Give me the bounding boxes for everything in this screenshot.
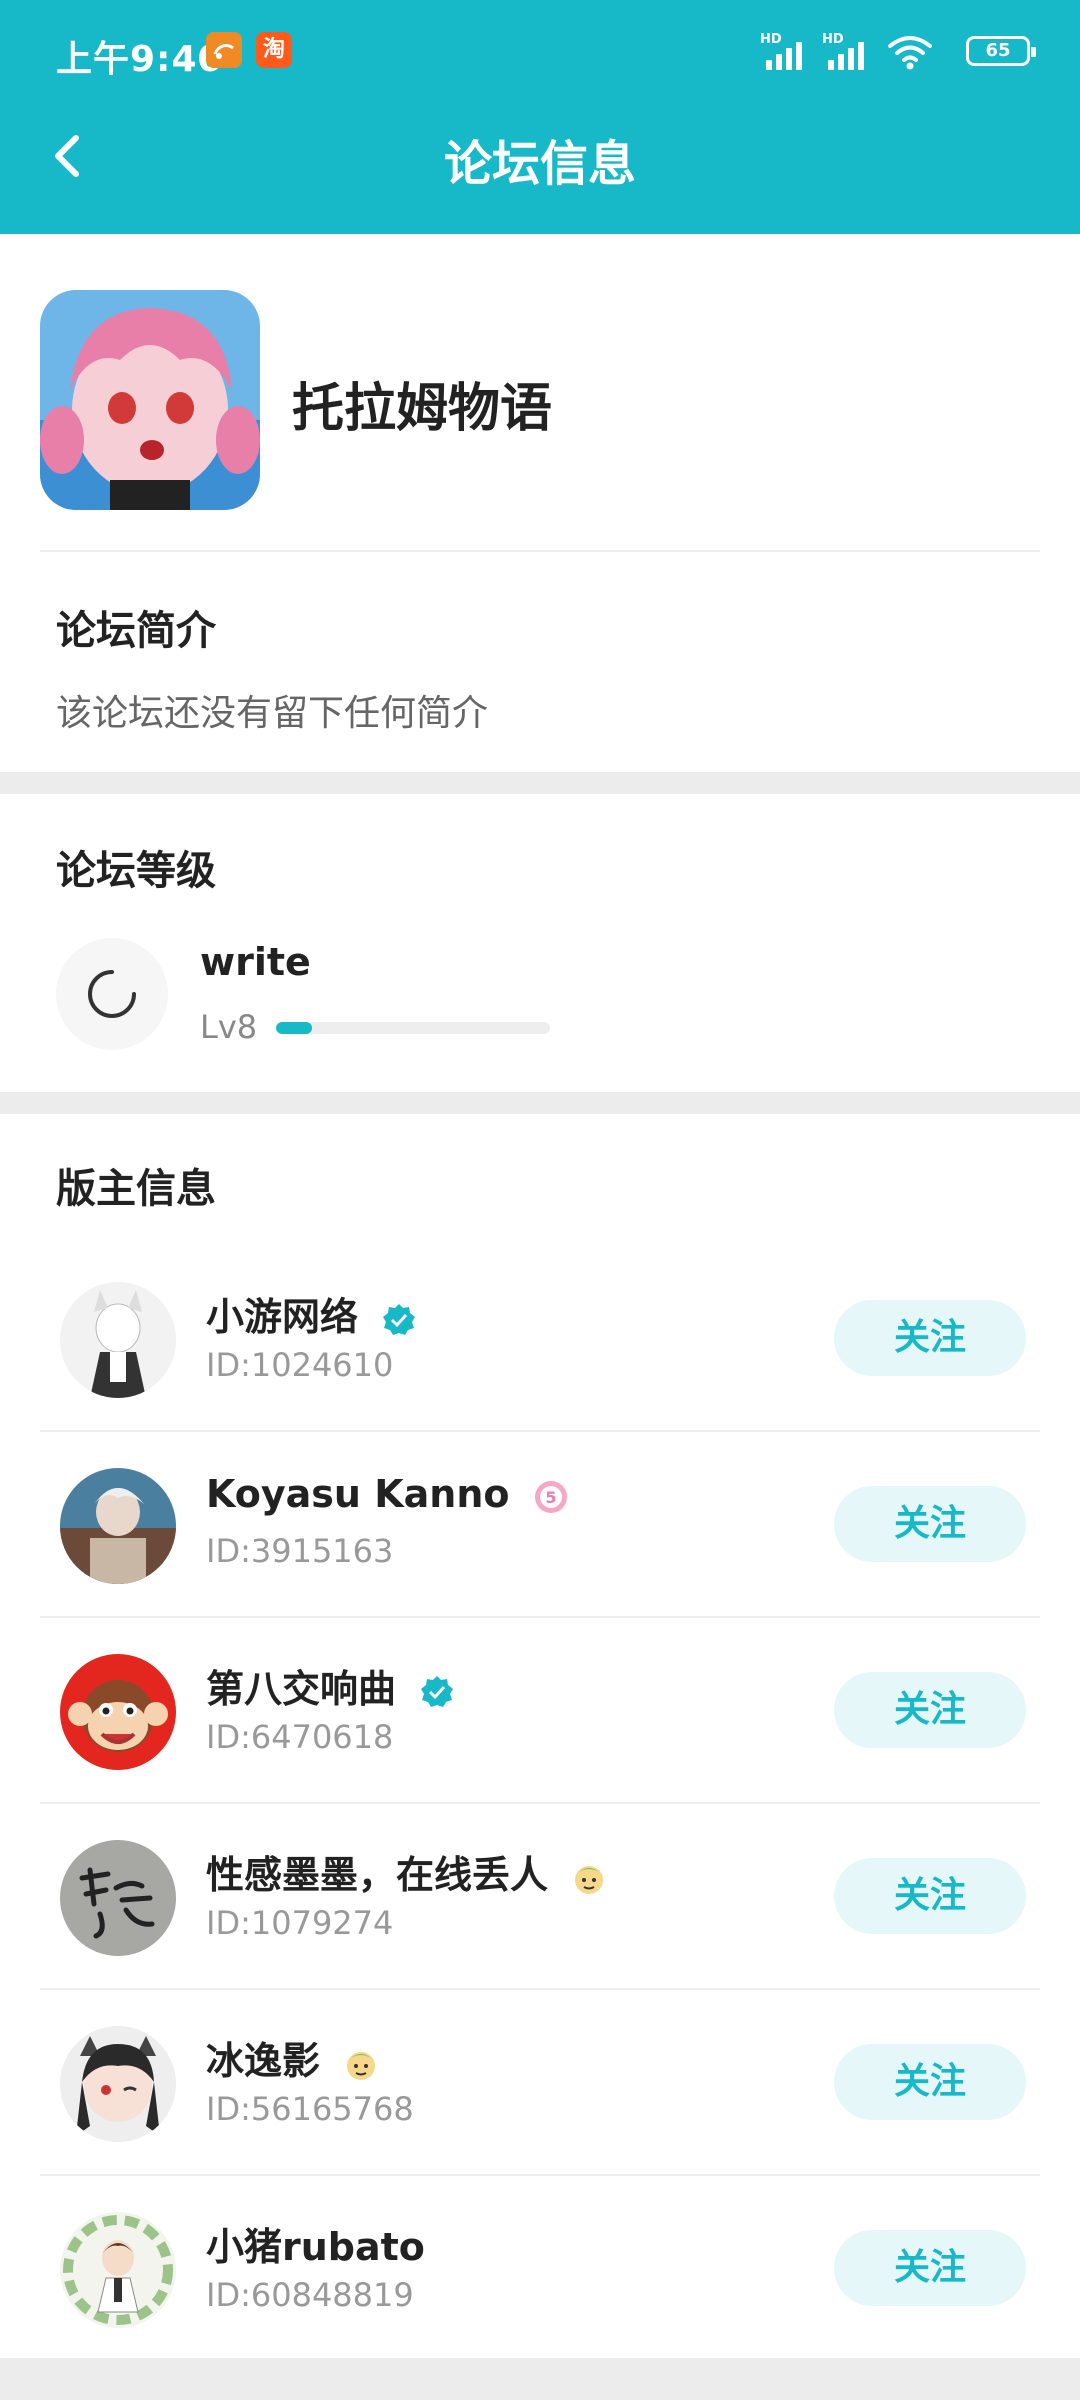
forum-avatar [40, 290, 260, 510]
moderator-name: 小游网络 [206, 1286, 417, 1341]
battery-level: 65 [985, 40, 1011, 61]
status-time: 上午9:40 [56, 39, 224, 80]
moderator-name: 性感墨墨，在线丢人 [206, 1844, 607, 1899]
section-title-moderators: 版主信息 [56, 1166, 216, 1212]
moderator-row[interactable]: 第八交响曲 ID:6470618 关注 [0, 1618, 1080, 1804]
level-name: write [200, 940, 311, 984]
signal-icon: HD [822, 30, 878, 74]
avatar [60, 1654, 176, 1770]
level-label: Lv8 [200, 1008, 258, 1046]
section-title-level: 论坛等级 [56, 848, 216, 894]
moderator-id: ID:1079274 [206, 1904, 394, 1942]
divider [40, 550, 1040, 552]
battery-icon: 65 [966, 36, 1036, 66]
section-title-intro: 论坛简介 [56, 608, 216, 654]
forum-intro-card: 托拉姆物语 论坛简介 该论坛还没有留下任何简介 [0, 234, 1080, 772]
follow-button[interactable]: 关注 [834, 1486, 1026, 1562]
moderator-name: Koyasu Kanno 5 [206, 1472, 569, 1516]
avatar [60, 1282, 176, 1398]
moderator-id: ID:56165768 [206, 2090, 414, 2128]
moderator-row[interactable]: 小猪rubato ID:60848819 关注 [0, 2176, 1080, 2362]
level-progress-bar [276, 1022, 550, 1034]
follow-button[interactable]: 关注 [834, 1858, 1026, 1934]
follow-button[interactable]: 关注 [834, 2230, 1026, 2306]
verified-icon [421, 1675, 454, 1707]
moderator-name: 第八交响曲 [206, 1658, 455, 1713]
forum-level-card: 论坛等级 write Lv8 [0, 794, 1080, 1092]
svg-text:5: 5 [545, 1488, 556, 1507]
wifi-icon [888, 36, 932, 70]
avatar [60, 1468, 176, 1584]
moderator-id: ID:60848819 [206, 2276, 414, 2314]
avatar [60, 1840, 176, 1956]
emoji-badge-icon [347, 2051, 376, 2080]
avatar [60, 2212, 176, 2328]
moderators-card: 版主信息 小游网络 ID:1024610 关注 Koyasu Kanno 5 I… [0, 1114, 1080, 2358]
moderator-row[interactable]: Koyasu Kanno 5 ID:3915163 关注 [0, 1432, 1080, 1618]
uc-browser-icon [206, 32, 242, 68]
forum-name: 托拉姆物语 [292, 379, 553, 439]
follow-button[interactable]: 关注 [834, 1300, 1026, 1376]
moderator-name: 小猪rubato [206, 2225, 425, 2269]
moderator-id: ID:1024610 [206, 1346, 394, 1384]
forum-intro-text: 该论坛还没有留下任何简介 [56, 693, 489, 734]
taobao-icon: 淘 [256, 32, 292, 68]
level-loading-icon [56, 938, 168, 1050]
follow-button[interactable]: 关注 [834, 1672, 1026, 1748]
signal-icon: HD [760, 30, 816, 74]
moderator-row[interactable]: 小游网络 ID:1024610 关注 [0, 1246, 1080, 1432]
emoji-badge-icon [575, 1865, 604, 1894]
avatar [60, 2026, 176, 2142]
moderator-name: 冰逸影 [206, 2030, 379, 2085]
page-title: 论坛信息 [443, 136, 636, 192]
moderator-row[interactable]: 性感墨墨，在线丢人 ID:1079274 关注 [0, 1804, 1080, 1990]
rank-badge-icon: 5 [534, 1480, 567, 1513]
level-progress-fill [276, 1022, 312, 1034]
app-header: 上午9:40 淘 HD HD 65 论坛信息 [0, 0, 1080, 234]
moderator-row[interactable]: 冰逸影 ID:56165768 关注 [0, 1990, 1080, 2176]
follow-button[interactable]: 关注 [834, 2044, 1026, 2120]
status-bar: 上午9:40 淘 HD HD 65 [0, 0, 1080, 100]
status-icons: HD HD 65 [760, 30, 1040, 74]
moderator-id: ID:6470618 [206, 1718, 394, 1756]
moderator-id: ID:3915163 [206, 1532, 394, 1570]
verified-icon [383, 1303, 416, 1335]
